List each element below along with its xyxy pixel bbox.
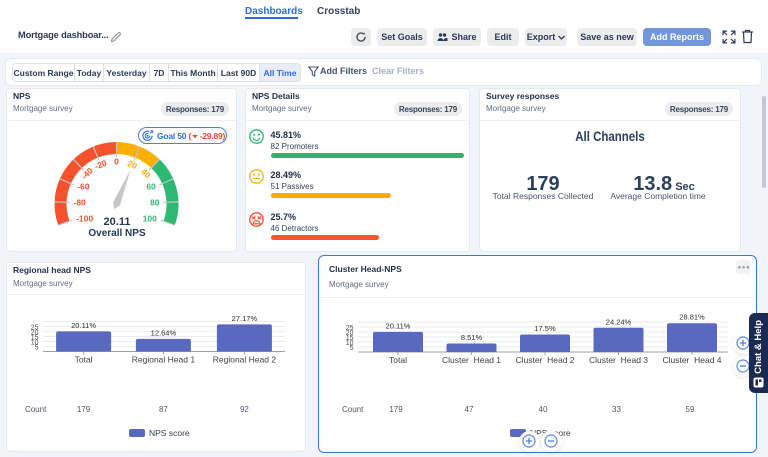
svg-text:28.81%: 28.81%: [679, 313, 705, 322]
svg-text:Total: Total: [389, 355, 407, 365]
svg-text:24.24%: 24.24%: [606, 317, 632, 326]
svg-text:Total: Total: [75, 355, 93, 365]
svg-text:Cluster Head 1: Cluster Head 1: [442, 355, 501, 365]
svg-text:20.11%: 20.11%: [386, 321, 411, 330]
svg-text:Regional Head 1: Regional Head 1: [132, 355, 196, 365]
svg-text:Cluster Head 4: Cluster Head 4: [662, 355, 721, 365]
svg-text:8.51%: 8.51%: [461, 333, 483, 342]
svg-text:20.11%: 20.11%: [71, 321, 96, 330]
svg-text:25: 25: [31, 325, 39, 332]
svg-text:17.5%: 17.5%: [534, 324, 556, 333]
svg-text:Cluster Head 3: Cluster Head 3: [589, 355, 648, 365]
svg-text:12.64%: 12.64%: [151, 328, 177, 337]
svg-text:27.17%: 27.17%: [232, 314, 258, 323]
svg-text:25: 25: [346, 325, 354, 332]
svg-text:Regional Head 2: Regional Head 2: [213, 355, 277, 365]
svg-text:Cluster Head 2: Cluster Head 2: [515, 355, 574, 365]
